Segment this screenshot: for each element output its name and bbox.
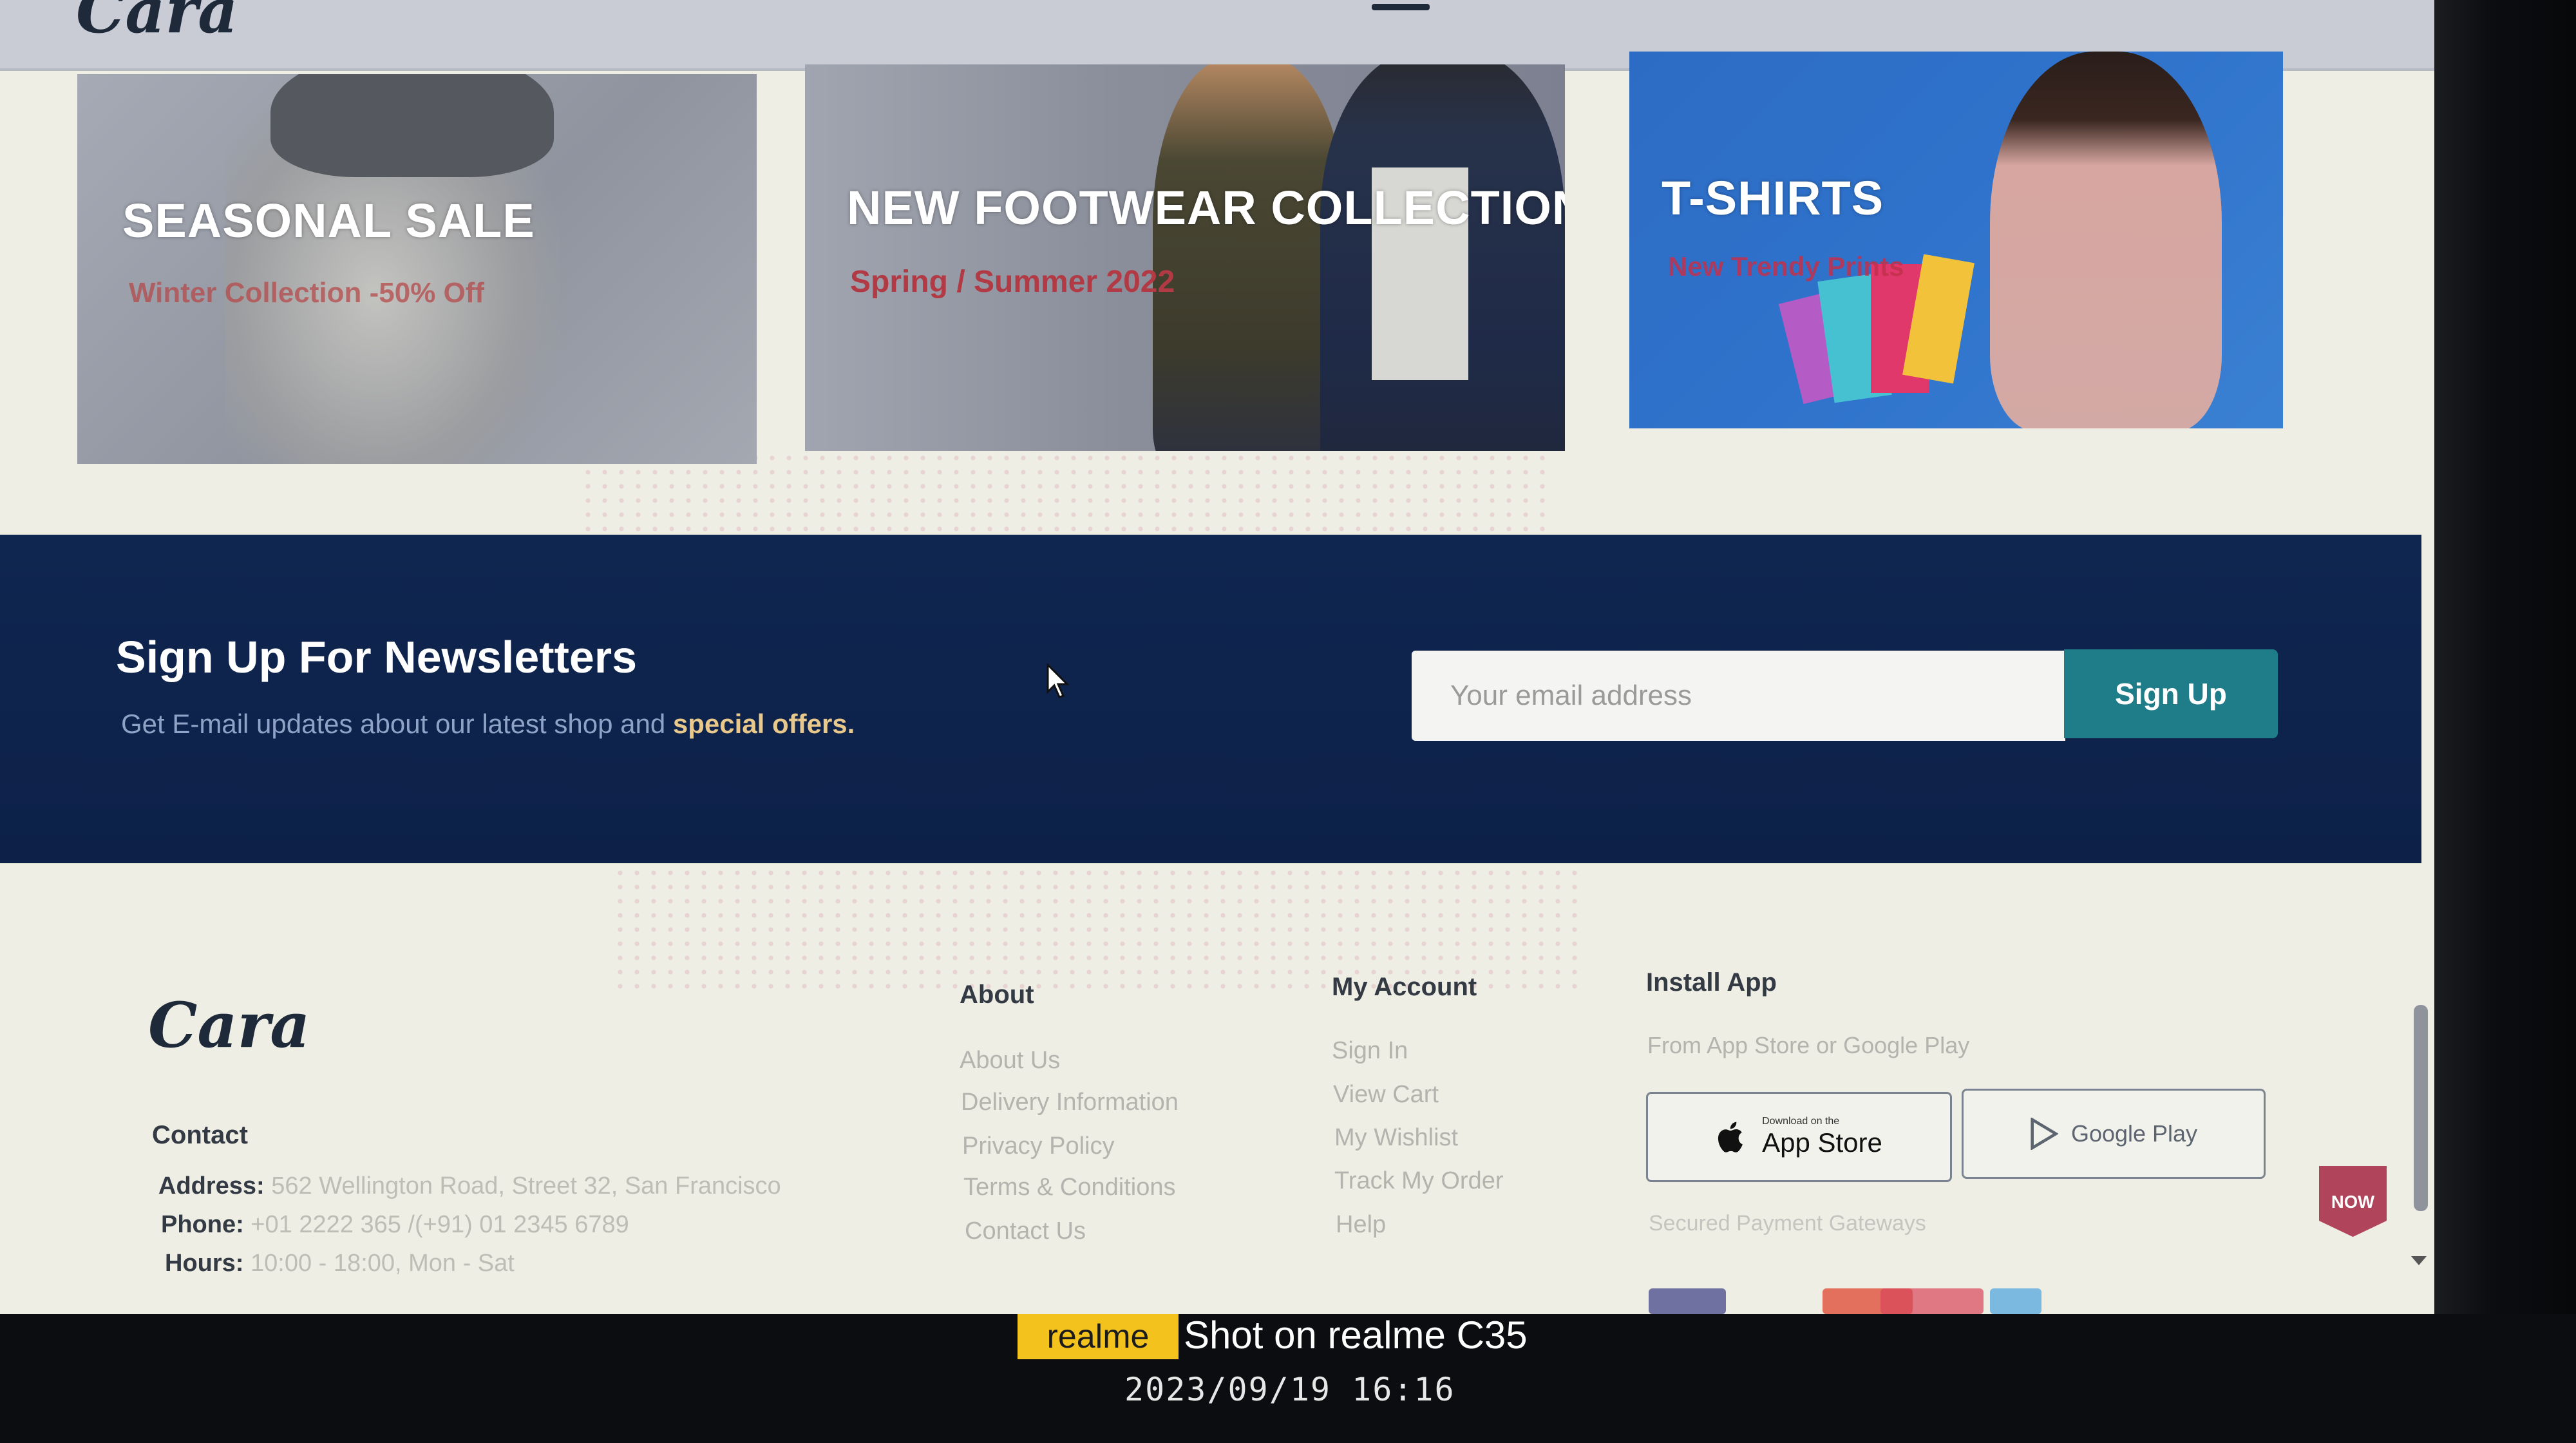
footer-link-contact-us[interactable]: Contact Us xyxy=(965,1218,1086,1245)
banner-image-woman xyxy=(1153,64,1346,451)
apple-icon xyxy=(1718,1122,1743,1152)
contact-heading: Contact xyxy=(152,1121,248,1149)
my-account-heading: My Account xyxy=(1332,973,1477,1001)
banner-tshirts[interactable]: T-SHIRTS New Trendy Prints xyxy=(1629,52,2283,428)
scrollbar-thumb[interactable] xyxy=(2414,1005,2428,1211)
badge-text: NOW xyxy=(2331,1192,2374,1212)
footer-link-privacy-policy[interactable]: Privacy Policy xyxy=(962,1132,1115,1160)
newsletter-title: Sign Up For Newsletters xyxy=(116,632,638,682)
hours-label: Hours: xyxy=(165,1250,244,1277)
banner-subtitle: Winter Collection -50% Off xyxy=(129,277,485,309)
footer-link-delivery-information[interactable]: Delivery Information xyxy=(961,1089,1179,1116)
contact-phone: Phone: +01 2222 365 /(+91) 01 2345 6789 xyxy=(161,1211,629,1239)
about-heading: About xyxy=(960,980,1034,1009)
install-app-text: From App Store or Google Play xyxy=(1647,1032,1970,1058)
contact-hours: Hours: 10:00 - 18:00, Mon - Sat xyxy=(165,1250,515,1277)
footer-link-view-cart[interactable]: View Cart xyxy=(1333,1081,1439,1109)
site-logo[interactable]: Cara xyxy=(76,0,238,47)
google-play-label: Google Play xyxy=(2070,1120,2198,1147)
contact-address: Address: 562 Wellington Road, Street 32,… xyxy=(158,1172,781,1200)
banner-image-woman xyxy=(1990,52,2222,428)
monitor-bezel xyxy=(2434,0,2576,1314)
sign-up-button[interactable]: Sign Up xyxy=(2064,649,2278,738)
maestro-icon xyxy=(1880,1288,1984,1314)
footer-link-my-wishlist[interactable]: My Wishlist xyxy=(1334,1124,1458,1152)
watermark-datetime: 2023/09/19 16:16 xyxy=(1124,1371,1455,1408)
footer-link-sign-in[interactable]: Sign In xyxy=(1332,1037,1408,1065)
banner-new-footwear[interactable]: NEW FOOTWEAR COLLECTION Spring / Summer … xyxy=(805,64,1565,451)
amex-icon xyxy=(1990,1288,2041,1314)
watermark-text: Shot on realme C35 xyxy=(1184,1314,1528,1357)
banner-image-hair xyxy=(270,74,554,177)
newsletter-subtitle-highlight: special offers. xyxy=(672,709,855,739)
footer-link-about-us[interactable]: About Us xyxy=(960,1047,1060,1075)
scroll-down-arrow-icon[interactable] xyxy=(2411,1256,2427,1265)
footer-link-terms-conditions[interactable]: Terms & Conditions xyxy=(963,1174,1175,1201)
email-input[interactable] xyxy=(1412,651,2065,741)
address-label: Address: xyxy=(158,1172,265,1199)
app-store-big-text: App Store xyxy=(1762,1127,1882,1158)
payment-icons xyxy=(1649,1269,2048,1314)
google-play-icon xyxy=(2031,1118,2058,1150)
banner-title: NEW FOOTWEAR COLLECTION xyxy=(847,181,1565,234)
google-play-button[interactable]: Google Play xyxy=(1962,1089,2266,1179)
banner-title: T-SHIRTS xyxy=(1662,171,1884,225)
newsletter-section: Sign Up For Newsletters Get E-mail updat… xyxy=(0,535,2421,863)
website-screen: Cara SEASONAL SALE Winter Collection -50… xyxy=(0,0,2434,1314)
footer-link-track-my-order[interactable]: Track My Order xyxy=(1334,1167,1504,1195)
hours-value: 10:00 - 18:00, Mon - Sat xyxy=(251,1250,515,1277)
visa-icon xyxy=(1649,1288,1726,1314)
app-store-small-text: Download on the xyxy=(1762,1116,1840,1127)
newsletter-subtitle: Get E-mail updates about our latest shop… xyxy=(121,709,855,740)
site-footer: Cara Contact Address: 562 Wellington Roa… xyxy=(0,863,2434,1314)
banner-subtitle: New Trendy Prints xyxy=(1668,251,1904,282)
banner-subtitle: Spring / Summer 2022 xyxy=(850,265,1175,299)
newsletter-subtitle-text: Get E-mail updates about our latest shop… xyxy=(121,709,673,739)
install-app-heading: Install App xyxy=(1646,968,1777,997)
footer-logo[interactable]: Cara xyxy=(148,989,310,1062)
subscribe-now-badge[interactable]: NOW xyxy=(2316,1163,2390,1240)
footer-link-help[interactable]: Help xyxy=(1336,1211,1386,1239)
mouse-cursor-icon xyxy=(1046,664,1070,698)
payment-gateways-text: Secured Payment Gateways xyxy=(1649,1211,1926,1236)
app-store-label: Download on the App Store xyxy=(1762,1116,1882,1158)
phone-value: +01 2222 365 /(+91) 01 2345 6789 xyxy=(251,1211,629,1238)
app-store-button[interactable]: Download on the App Store xyxy=(1646,1092,1952,1182)
address-value: 562 Wellington Road, Street 32, San Fran… xyxy=(271,1172,781,1199)
banner-title: SEASONAL SALE xyxy=(122,194,535,247)
menu-icon[interactable] xyxy=(1372,4,1430,10)
phone-label: Phone: xyxy=(161,1211,244,1238)
watermark-brand: realme xyxy=(1018,1314,1179,1359)
banner-seasonal-sale[interactable]: SEASONAL SALE Winter Collection -50% Off xyxy=(77,74,757,464)
